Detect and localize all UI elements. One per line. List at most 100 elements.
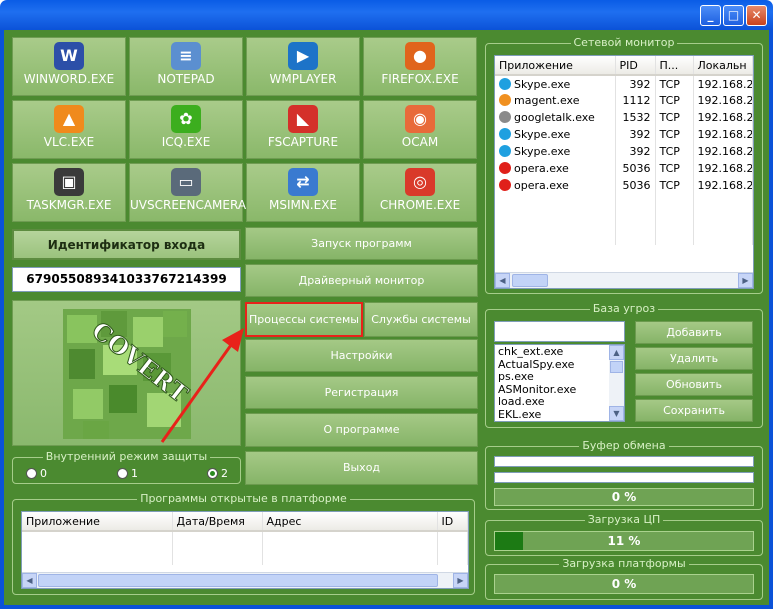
app-label: WINWORD.EXE	[23, 72, 115, 86]
net-pid-cell: 5036	[615, 177, 656, 194]
settings-button[interactable]: Настройки	[245, 339, 478, 372]
net-local-cell: 192.168.2(	[693, 92, 753, 109]
app-label: WMPLAYER	[269, 72, 337, 86]
network-row[interactable]: opera.exe 5036 TCP 192.168.2(	[495, 177, 753, 194]
add-threat-button[interactable]: Добавить	[635, 321, 753, 344]
network-row[interactable]: opera.exe 5036 TCP 192.168.2(	[495, 160, 753, 177]
system-services-button[interactable]: Службы системы	[364, 302, 478, 337]
system-processes-button[interactable]: Процессы системы	[245, 302, 363, 337]
protection-option-1[interactable]: 1	[117, 467, 138, 480]
net-pid-cell: 392	[615, 126, 656, 143]
close-button[interactable]: ✕	[746, 5, 767, 26]
net-app-name: Skype.exe	[514, 77, 571, 91]
network-row[interactable]: Skype.exe 392 TCP 192.168.2(	[495, 126, 753, 143]
col-datetime[interactable]: Дата/Время	[172, 512, 263, 532]
scroll-right-arrow[interactable]: ▶	[453, 573, 468, 588]
col-net-protocol[interactable]: П...	[655, 56, 694, 76]
threat-scroll-down-arrow[interactable]: ▼	[609, 406, 624, 421]
network-row[interactable]: googletalk.exe 1532 TCP 192.168.2(	[495, 109, 753, 126]
col-net-local[interactable]: Локальн	[693, 56, 753, 76]
radio-2[interactable]	[207, 468, 218, 479]
threat-item[interactable]: chk_ext.exe	[498, 345, 621, 359]
app-label: FIREFOX.EXE	[381, 72, 459, 86]
net-proto-cell: TCP	[655, 160, 694, 177]
threat-list[interactable]: chk_ext.exe ActualSpy.exe ps.exe ASMonitor.…	[494, 344, 625, 422]
app-button-0[interactable]: W WINWORD.EXE	[12, 37, 126, 96]
net-app-name: Skype.exe	[514, 145, 571, 158]
col-application[interactable]: Приложение	[22, 512, 173, 532]
refresh-threats-button[interactable]: Обновить	[635, 373, 753, 396]
app-label: VLC.EXE	[43, 135, 95, 149]
col-id[interactable]: ID	[437, 512, 468, 532]
net-pid-cell: 392	[615, 75, 656, 92]
app-button-9[interactable]: ▭ UVSCREENCAMERA	[129, 163, 247, 222]
col-net-pid[interactable]: PID	[615, 56, 656, 76]
app-button-2[interactable]: ▶ WMPLAYER	[246, 37, 360, 96]
app-button-6[interactable]: ◣ FSCAPTURE	[246, 100, 360, 159]
minimize-button[interactable]: _	[700, 5, 721, 26]
net-local-cell: 192.168.2(	[693, 109, 753, 126]
scroll-left-arrow[interactable]: ◀	[22, 573, 37, 588]
net-app-cell: opera.exe	[495, 160, 616, 177]
col-address[interactable]: Адрес	[262, 512, 438, 532]
app-button-11[interactable]: ◎ CHROME.EXE	[363, 163, 477, 222]
network-h-scrollbar[interactable]: ◀ ▶	[495, 272, 753, 288]
clipboard-field-1[interactable]	[494, 456, 754, 467]
login-id-field[interactable]: 679055089341033767214399	[12, 267, 241, 292]
word-icon: W	[54, 42, 84, 70]
net-local-cell: 192.168.2(	[693, 75, 753, 92]
scroll-thumb[interactable]	[38, 574, 438, 587]
threat-input[interactable]	[494, 321, 625, 342]
registration-button[interactable]: Регистрация	[245, 376, 478, 409]
network-row[interactable]: Skype.exe 392 TCP 192.168.2(	[495, 75, 753, 92]
net-app-cell: Skype.exe	[495, 75, 616, 92]
driver-monitor-button[interactable]: Драйверный монитор	[245, 264, 478, 297]
net-scroll-thumb[interactable]	[512, 274, 548, 287]
app-button-10[interactable]: ⇄ MSIMN.EXE	[246, 163, 360, 222]
annotation-arrow	[160, 328, 244, 443]
app-label: NOTEPAD	[157, 72, 215, 86]
protection-option-0[interactable]: 0	[26, 467, 47, 480]
app-button-3[interactable]: ● FIREFOX.EXE	[363, 37, 477, 96]
clipboard-group: Буфер обмена 0 %	[485, 439, 763, 510]
app-button-5[interactable]: ✿ ICQ.EXE	[129, 100, 243, 159]
open-programs-table[interactable]: Приложение Дата/Время Адрес ID ◀ ▶	[21, 511, 469, 589]
threat-v-scrollbar[interactable]: ▲ ▼	[609, 345, 624, 421]
net-local-cell: 192.168.2(	[693, 143, 753, 160]
app-button-4[interactable]: ▲ VLC.EXE	[12, 100, 126, 159]
radio-0[interactable]	[26, 468, 37, 479]
threat-scroll-thumb[interactable]	[610, 361, 623, 373]
net-scroll-left-arrow[interactable]: ◀	[495, 273, 510, 288]
launch-programs-button[interactable]: Запуск программ	[245, 227, 478, 260]
threat-item[interactable]: ps.exe	[498, 371, 621, 384]
app-button-8[interactable]: ▣ TASKMGR.EXE	[12, 163, 126, 222]
save-threats-button[interactable]: Сохранить	[635, 399, 753, 422]
net-scroll-right-arrow[interactable]: ▶	[738, 273, 753, 288]
platform-title: Загрузка платформы	[559, 557, 689, 570]
net-local-cell: 192.168.2(	[693, 126, 753, 143]
threat-scroll-up-arrow[interactable]: ▲	[609, 345, 624, 360]
clipboard-title: Буфер обмена	[579, 439, 669, 452]
network-table[interactable]: Приложение PID П... Локальн Skype.exe 392…	[494, 55, 754, 289]
maximize-button[interactable]: □	[723, 5, 744, 26]
app-button-1[interactable]: ≡ NOTEPAD	[129, 37, 243, 96]
horizontal-scrollbar[interactable]: ◀ ▶	[22, 572, 468, 588]
threat-item[interactable]: EKL.exe	[498, 408, 621, 421]
network-row[interactable]: Skype.exe 392 TCP 192.168.2(	[495, 143, 753, 160]
exit-button[interactable]: Выход	[245, 451, 478, 485]
app-label: TASKMGR.EXE	[26, 198, 112, 212]
app-button-7[interactable]: ◉ OCAM	[363, 100, 477, 159]
protection-group: Внутренний режим защиты 0 1 2	[12, 450, 241, 484]
task-manager-icon: ▣	[54, 168, 84, 196]
opera-icon	[499, 179, 511, 191]
protection-option-2[interactable]: 2	[207, 467, 228, 480]
about-button[interactable]: О программе	[245, 413, 478, 447]
app-label: UVSCREENCAMERA	[130, 198, 247, 212]
chrome-icon: ◎	[405, 168, 435, 196]
radio-1[interactable]	[117, 468, 128, 479]
delete-threat-button[interactable]: Удалить	[635, 347, 753, 370]
clipboard-field-2[interactable]	[494, 472, 754, 483]
network-row[interactable]: magent.exe 1112 TCP 192.168.2(	[495, 92, 753, 109]
col-net-application[interactable]: Приложение	[495, 56, 616, 76]
app-label: MSIMN.EXE	[268, 198, 338, 212]
